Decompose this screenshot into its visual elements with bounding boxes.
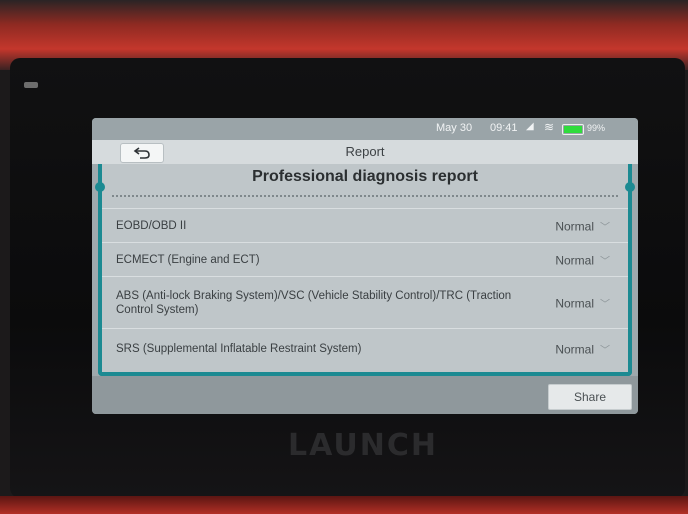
chevron-down-icon: ﹀ [600,299,610,310]
status-value: Normal [555,296,594,310]
system-list: EOBD/OBD II Normal ﹀ ECMECT (Engine and E… [102,208,628,368]
status-value: Normal [555,253,594,267]
battery-percent: 99% [587,123,606,133]
chevron-down-icon: ﹀ [600,222,610,233]
bottom-bar: Share [92,376,638,414]
status-value: Normal [555,342,594,356]
status-dropdown[interactable]: Normal ﹀ [555,218,610,233]
system-row[interactable]: ABS (Anti-lock Braking System)/VSC (Vehi… [102,276,628,328]
page-title: Report [345,144,385,159]
divider [112,195,618,197]
chevron-down-icon: ﹀ [600,345,610,356]
device-bottom-trim [0,496,688,514]
system-name: ECMECT (Engine and ECT) [116,253,260,266]
status-dropdown[interactable]: Normal ﹀ [555,341,610,356]
status-date: May 30 [436,122,473,134]
status-value: Normal [555,219,594,233]
chevron-down-icon: ﹀ [600,256,610,267]
share-button[interactable]: Share [548,384,632,410]
signal-icon: ◢ [526,121,534,132]
status-dropdown[interactable]: Normal ﹀ [555,252,610,267]
system-row[interactable]: EOBD/OBD II Normal ﹀ [102,208,628,242]
title-bar: Report [92,140,638,164]
status-time: 09:41 [490,122,518,134]
status-dropdown[interactable]: Normal ﹀ [555,295,610,310]
screen: May 30 09:41 ◢ ≋ 99% Report Professional… [92,118,638,414]
system-name: EOBD/OBD II [116,219,187,232]
report-heading: Professional diagnosis report [252,168,478,185]
battery-icon [562,124,584,135]
system-name: SRS (Supplemental Inflatable Restraint S… [116,342,362,355]
system-row[interactable]: SRS (Supplemental Inflatable Restraint S… [102,328,628,368]
wifi-icon: ≋ [544,120,555,134]
system-row[interactable]: ECMECT (Engine and ECT) Normal ﹀ [102,242,628,276]
status-led [24,82,38,88]
device-brand-logo: LAUNCH [288,428,439,463]
report-card: Professional diagnosis report EOBD/OBD I… [95,164,635,376]
system-name: ABS (Anti-lock Braking System)/VSC (Vehi… [116,289,512,316]
status-bar: May 30 09:41 ◢ ≋ 99% [92,118,638,140]
